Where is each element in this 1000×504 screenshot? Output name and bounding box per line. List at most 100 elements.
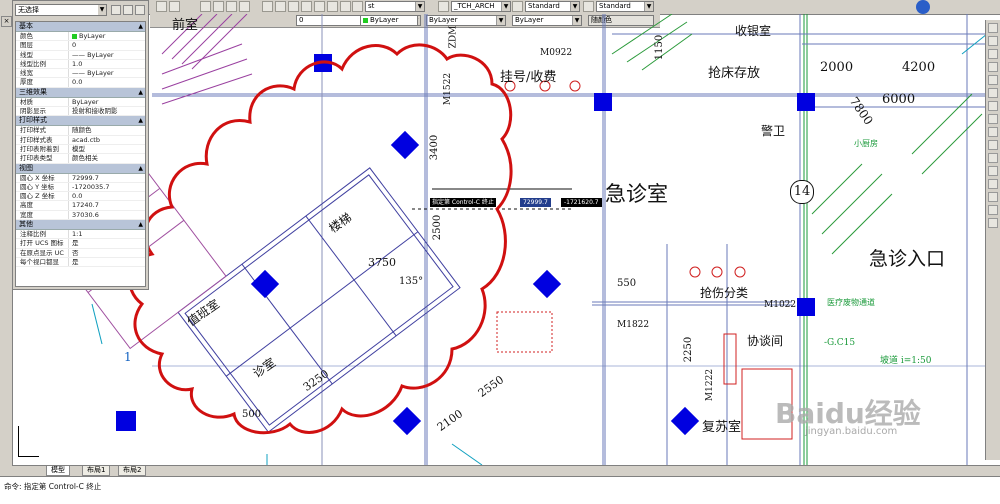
property-value[interactable]: 随颜色 [69, 126, 145, 134]
property-row[interactable]: 阴影显示 投射和接收阴影 [16, 107, 145, 117]
property-row[interactable]: 打印样式 随颜色 [16, 126, 145, 136]
property-row[interactable]: 颜色 ByLayer [16, 32, 145, 42]
property-value[interactable]: 否 [69, 249, 145, 257]
properties-section[interactable]: 三维效果 ▲ [16, 87, 145, 98]
offset-icon[interactable] [988, 62, 998, 72]
property-value[interactable]: 0.0 [69, 78, 145, 86]
dynamic-input-y[interactable]: -1721620.7 [561, 198, 602, 207]
fillet-icon[interactable] [988, 205, 998, 215]
property-value[interactable]: 是 [69, 258, 145, 266]
property-value[interactable]: 模型 [69, 145, 145, 153]
property-value[interactable]: 0 [69, 41, 145, 49]
undo-icon[interactable] [156, 1, 167, 12]
rotate-icon[interactable] [988, 101, 998, 111]
zoom-window-icon[interactable] [226, 1, 237, 12]
tab-layout2[interactable]: 布局2 [118, 466, 147, 476]
property-row[interactable]: 线型比例 1.0 [16, 59, 145, 70]
property-row[interactable]: 在原点显示 UC 否 [16, 248, 145, 258]
chamfer-icon[interactable] [988, 192, 998, 202]
mirror-icon[interactable] [988, 49, 998, 59]
dim-style-icon[interactable] [438, 1, 449, 12]
properties-section[interactable]: 打印样式 ▲ [16, 116, 145, 127]
select-objects-icon[interactable] [123, 5, 133, 15]
property-row[interactable]: 图层 0 [16, 41, 145, 51]
stretch-icon[interactable] [988, 127, 998, 137]
mleader-style-combo[interactable]: Standard ▼ [596, 1, 654, 12]
property-row[interactable]: 圆心 Z 坐标 0.0 [16, 192, 145, 202]
scale-icon[interactable] [988, 114, 998, 124]
property-row[interactable]: 厚度 0.0 [16, 78, 145, 88]
properties-icon[interactable] [262, 1, 273, 12]
property-value[interactable]: ByLayer [69, 32, 145, 40]
property-value[interactable]: 17240.7 [69, 201, 145, 209]
property-value[interactable]: acad.ctb [69, 136, 145, 144]
redo-icon[interactable] [169, 1, 180, 12]
dim-style-combo[interactable]: _TCH_ARCH ▼ [451, 1, 511, 12]
property-row[interactable]: 打开 UCS 图标是 [16, 239, 145, 249]
property-value[interactable]: ByLayer [69, 98, 145, 106]
calculator-icon[interactable] [327, 1, 338, 12]
dynamic-input-x[interactable]: 72999.7 [520, 198, 551, 207]
collapse-icon[interactable]: ▲ [138, 116, 143, 125]
toggle-pickadd-icon[interactable] [111, 5, 121, 15]
break-icon[interactable] [988, 166, 998, 176]
property-value[interactable]: —— ByLayer [69, 51, 145, 59]
table-style-icon[interactable] [512, 1, 523, 12]
array-icon[interactable] [988, 75, 998, 85]
property-row[interactable]: 高度 17240.7 [16, 201, 145, 211]
tab-layout1[interactable]: 布局1 [82, 466, 111, 476]
explode-icon[interactable] [988, 218, 998, 228]
zoom-previous-icon[interactable] [239, 1, 250, 12]
property-value[interactable]: 72999.7 [69, 174, 145, 182]
property-value[interactable]: 投射和接收阴影 [69, 107, 145, 115]
pan-icon[interactable] [200, 1, 211, 12]
collapse-icon[interactable]: ▲ [138, 88, 143, 97]
join-icon[interactable] [988, 179, 998, 189]
command-line[interactable]: 命令: 指定第 Control-C 终止 [0, 476, 1000, 504]
property-value[interactable]: 0.0 [69, 192, 145, 200]
property-row[interactable]: 每个视口都显是 [16, 257, 145, 268]
property-row[interactable]: 圆心 Y 坐标 -1720035.7 [16, 182, 145, 193]
close-icon[interactable]: × [1, 16, 12, 27]
collapse-icon[interactable]: ▲ [138, 220, 143, 229]
property-row[interactable]: 材质 ByLayer [16, 97, 145, 108]
property-value[interactable]: 37030.6 [69, 211, 145, 219]
erase-icon[interactable] [988, 23, 998, 33]
selection-dropdown[interactable]: 无选择 ▼ [15, 4, 107, 16]
properties-section[interactable]: 基本 ▲ [16, 22, 145, 32]
property-row[interactable]: 打印表类型 颜色相关 [16, 154, 145, 164]
zoom-realtime-icon[interactable] [213, 1, 224, 12]
quick-select-icon[interactable] [135, 5, 145, 15]
property-row[interactable]: 线宽 —— ByLayer [16, 69, 145, 79]
property-row[interactable]: 打印表附着到 模型 [16, 144, 145, 155]
sheet-set-icon[interactable] [301, 1, 312, 12]
text-style-combo[interactable]: st ▼ [365, 1, 425, 12]
text-style-icon[interactable] [352, 1, 363, 12]
help-icon[interactable] [340, 1, 351, 12]
tool-palette-icon[interactable] [288, 1, 299, 12]
mleader-style-icon[interactable] [583, 1, 594, 12]
property-row[interactable]: 圆心 X 坐标 72999.7 [16, 173, 145, 183]
property-row[interactable]: 注释比例 1:1 [16, 230, 145, 240]
property-value[interactable]: 1.0 [69, 60, 145, 68]
property-value[interactable]: —— ByLayer [69, 69, 145, 77]
design-center-icon[interactable] [275, 1, 286, 12]
property-value[interactable]: 1:1 [69, 230, 145, 238]
trim-icon[interactable] [988, 140, 998, 150]
tab-model[interactable]: 模型 [46, 466, 70, 476]
property-row[interactable]: 打印样式表 acad.ctb [16, 135, 145, 145]
collapse-icon[interactable]: ▲ [138, 22, 143, 31]
property-value[interactable]: 颜色相关 [69, 154, 145, 162]
properties-section[interactable]: 其他 ▲ [16, 220, 145, 231]
table-style-combo[interactable]: Standard ▼ [525, 1, 580, 12]
properties-section[interactable]: 视图 ▲ [16, 163, 145, 174]
extend-icon[interactable] [988, 153, 998, 163]
property-row[interactable]: 宽度 37030.6 [16, 210, 145, 221]
move-icon[interactable] [988, 88, 998, 98]
property-value[interactable]: -1720035.7 [69, 183, 145, 191]
markup-icon[interactable] [314, 1, 325, 12]
property-row[interactable]: 线型 —— ByLayer [16, 50, 145, 60]
collapse-icon[interactable]: ▲ [138, 164, 143, 173]
property-value[interactable]: 是 [69, 239, 145, 247]
copy-icon[interactable] [988, 36, 998, 46]
